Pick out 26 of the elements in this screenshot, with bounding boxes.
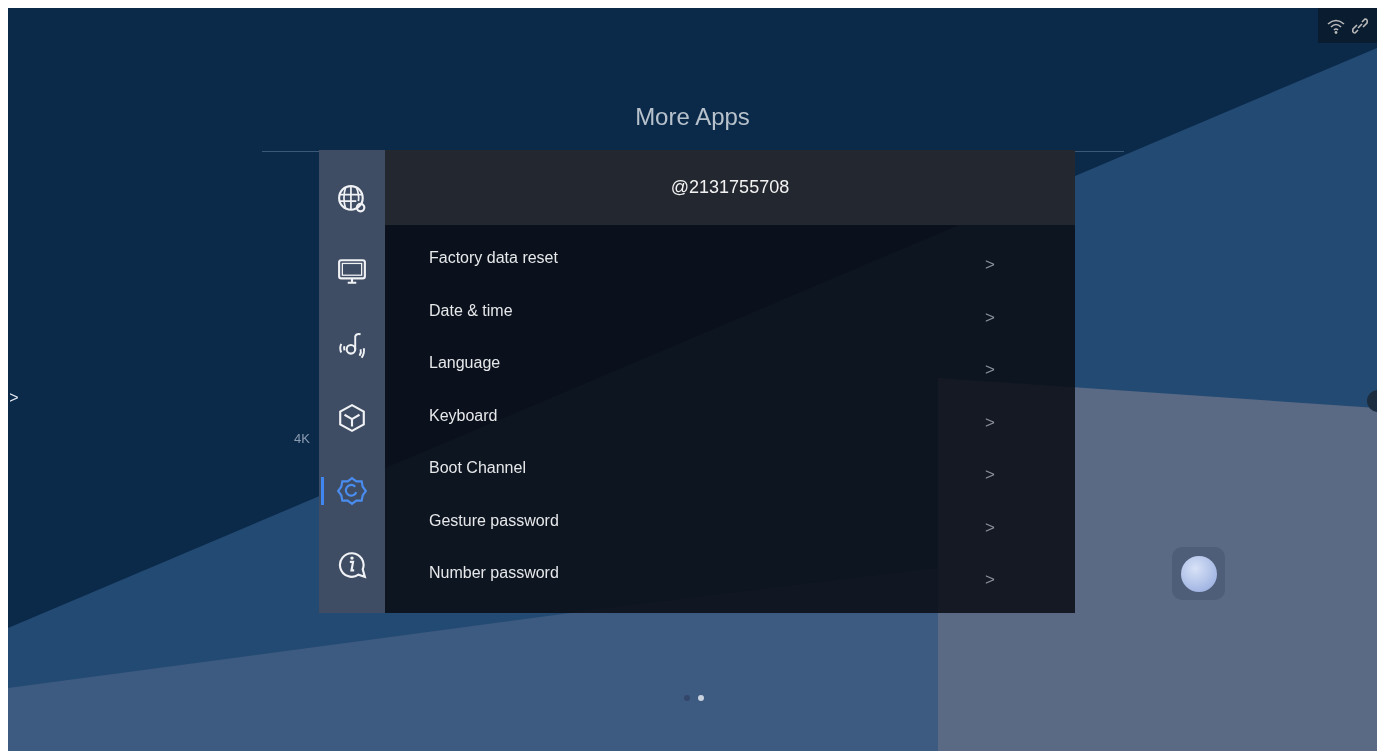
menu-item[interactable]: Language: [429, 354, 501, 372]
menu-item[interactable]: Keyboard: [429, 406, 498, 425]
page-dot[interactable]: [698, 695, 704, 701]
globe-gear-icon: [337, 183, 367, 214]
chevron-icon: >: [985, 570, 995, 590]
menu-item[interactable]: Factory data reset: [429, 249, 558, 267]
floating-button[interactable]: [1172, 547, 1225, 600]
chevron-icon: >: [985, 465, 995, 485]
menu-item[interactable]: Date & time: [429, 301, 513, 320]
menu-item[interactable]: Number password: [429, 564, 559, 582]
side-handle[interactable]: >: [8, 386, 20, 410]
chevron-icon: >: [985, 517, 995, 538]
cube-icon: [337, 403, 367, 434]
account-id: @2131755708: [670, 177, 790, 198]
chevron-icon: >: [985, 255, 995, 275]
page-title: More Apps: [635, 103, 750, 131]
settings-icon: [337, 476, 367, 507]
monitor-icon: [337, 256, 367, 287]
info-icon: [337, 549, 367, 580]
app-label: 4K: [294, 431, 310, 446]
chevron-icon: >: [985, 412, 995, 433]
chevron-icon: >: [985, 307, 995, 328]
link-icon: [1349, 15, 1370, 36]
menu-item[interactable]: Boot Channel: [429, 459, 526, 477]
chevron-icon: >: [985, 360, 995, 380]
menu-item[interactable]: Gesture password: [429, 511, 559, 530]
